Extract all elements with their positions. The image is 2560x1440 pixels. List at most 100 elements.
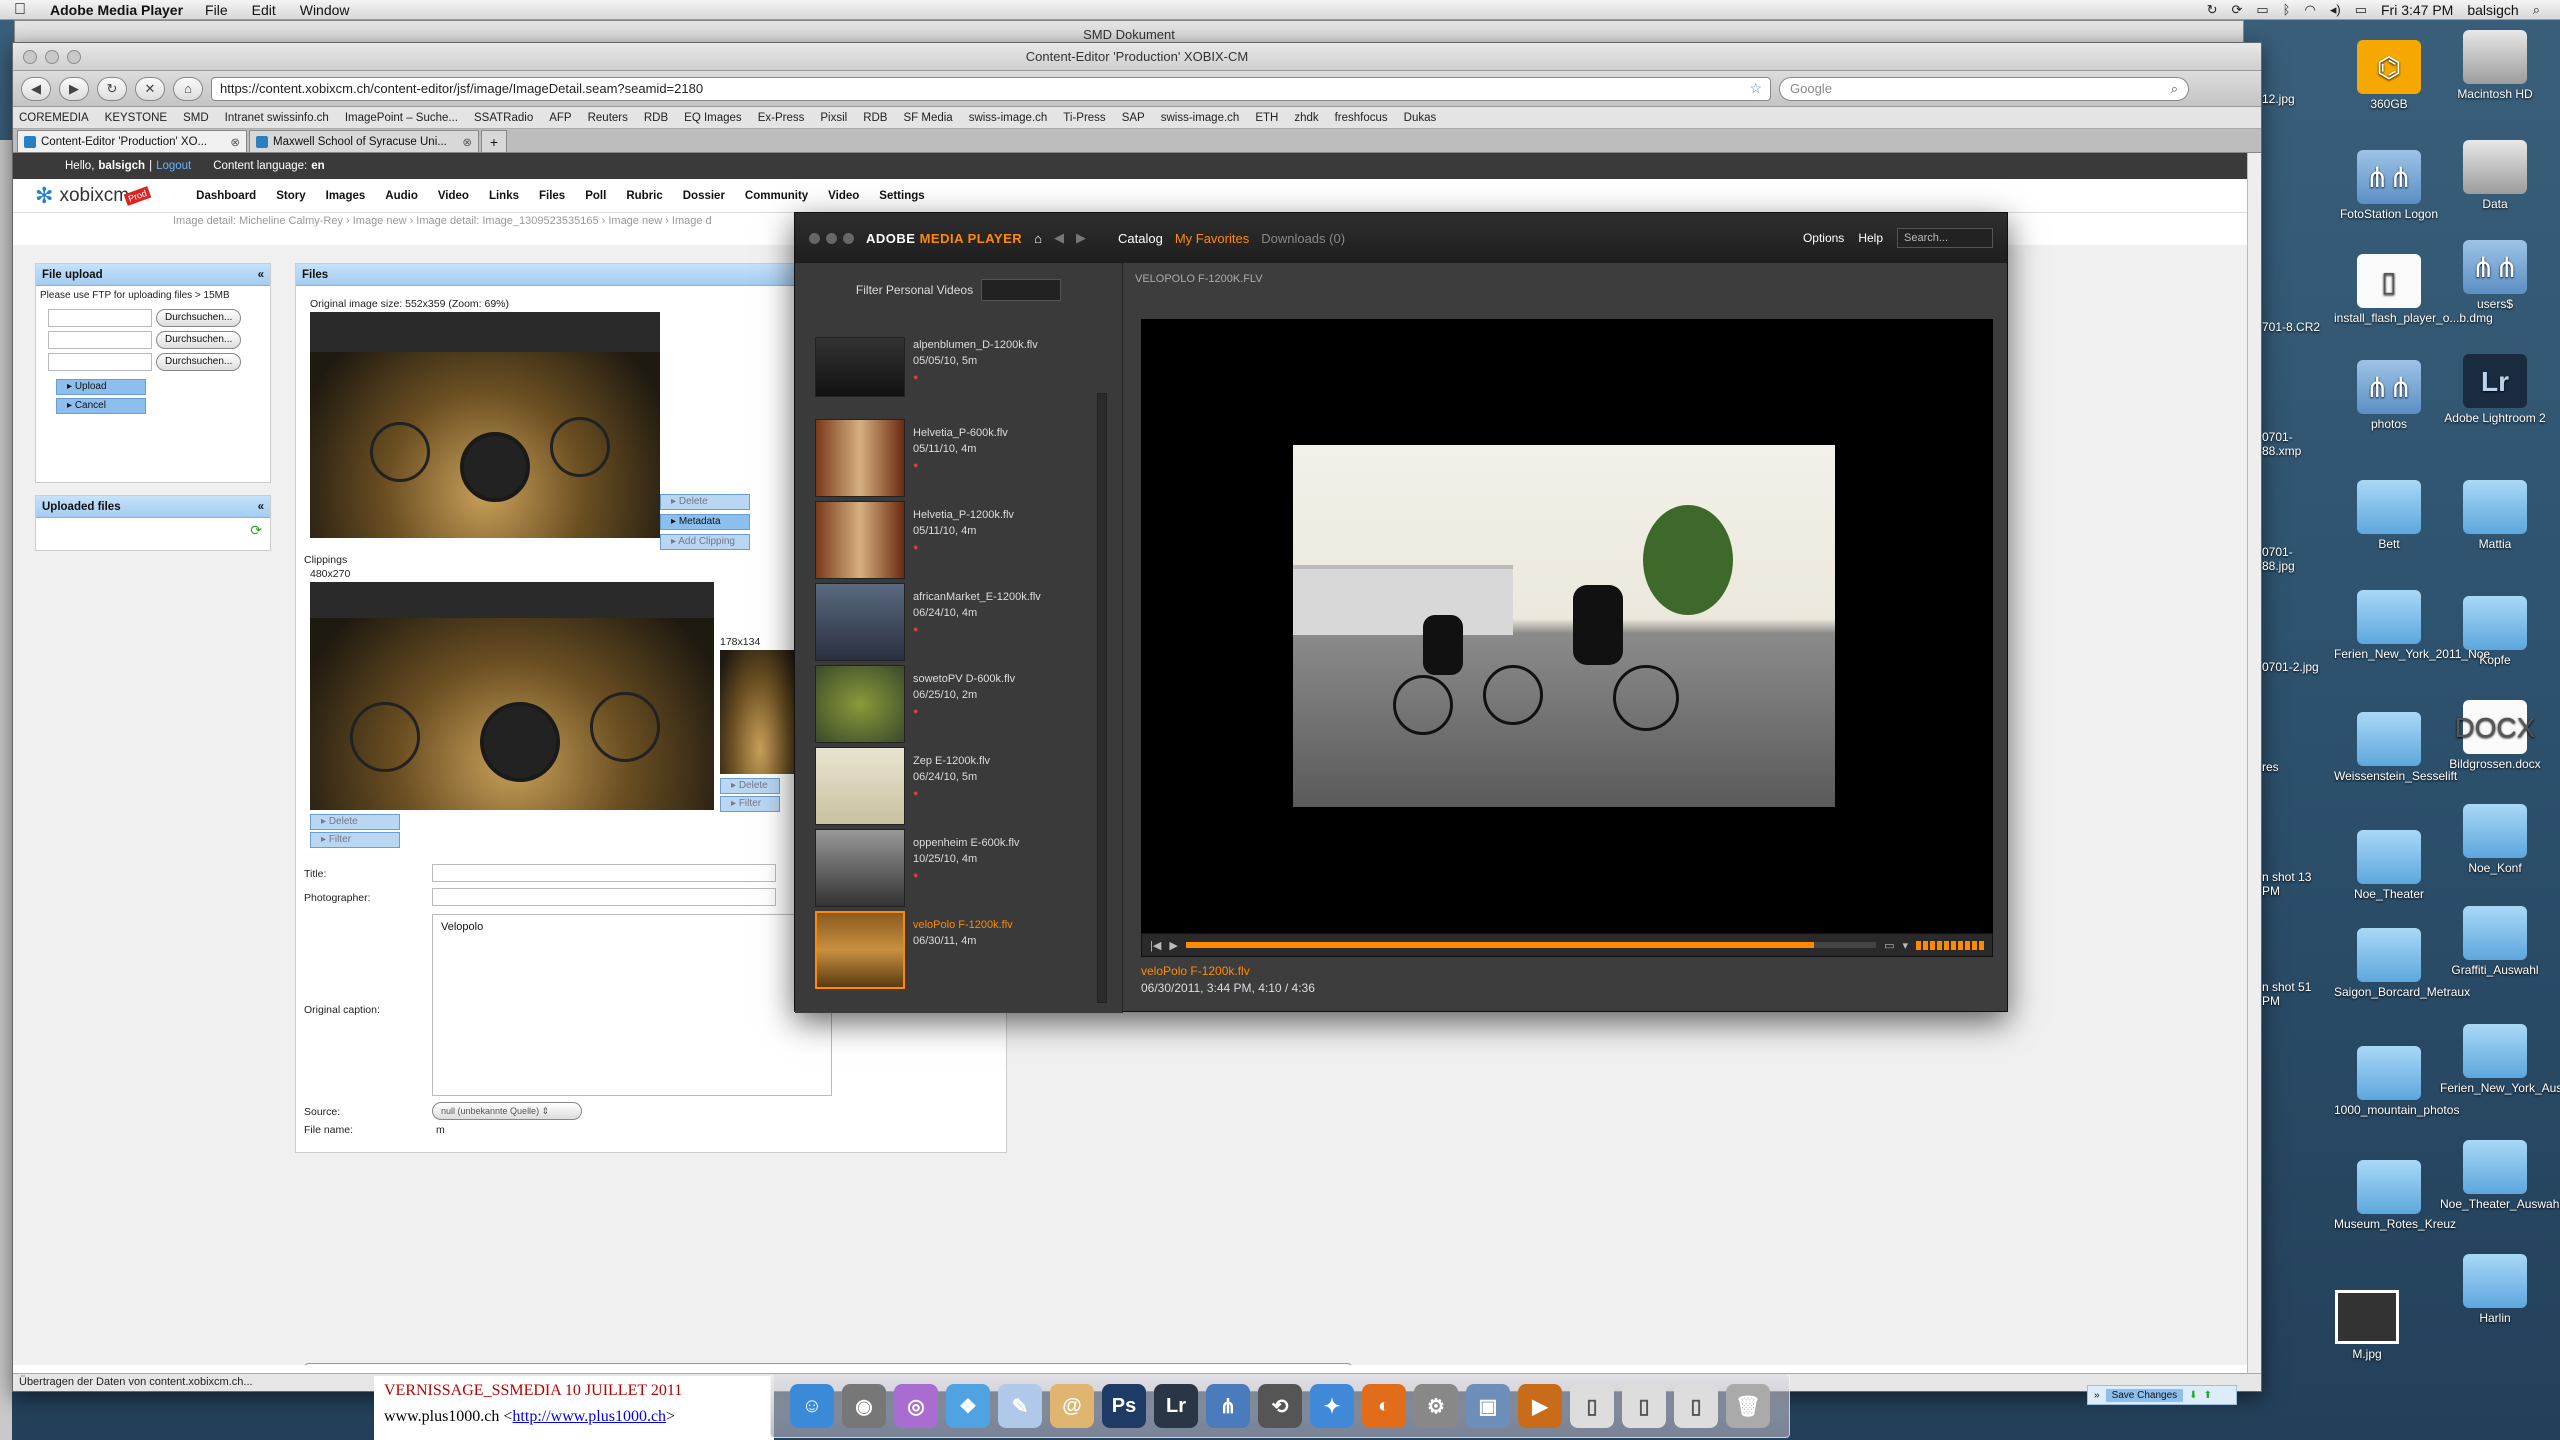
desktop-partial-label[interactable]: n shot 13 PM [2262,870,2322,898]
collapse-icon[interactable]: « [258,501,264,513]
bookmark-item[interactable]: Intranet swissinfo.ch [225,112,329,124]
bookmark-item[interactable]: swiss-image.ch [1161,112,1240,124]
volume-icon[interactable]: ◂) [2330,2,2341,18]
xobix-logo[interactable]: ✻ xobixcm Prod [35,183,152,209]
search-input[interactable]: Google ⌕ [1779,76,2189,101]
media-player-dock-icon[interactable]: ▶ [1518,1384,1562,1428]
menubar-user[interactable]: balsigch [2467,2,2518,18]
menu-edit[interactable]: Edit [240,2,288,18]
bookmark-item[interactable]: ETH [1255,112,1278,124]
display-icon[interactable]: ▭ [2256,2,2268,18]
desktop-folder[interactable]: Saigon_Borcard_Metraux [2334,928,2470,999]
clipping-178-image[interactable] [720,650,800,774]
video-item[interactable]: Zep E-1200k.flv 06/24/10, 5m ● [815,747,1085,829]
bluetooth-icon[interactable]: ᛒ [2283,2,2291,17]
nav-settings[interactable]: Settings [879,190,924,202]
desktop-folder[interactable]: Ferien_New_York_2011_Noe [2334,590,2490,661]
clip-filter-button[interactable]: ▸ Filter [310,832,400,848]
bookmark-item[interactable]: SAP [1122,112,1145,124]
iphoto-icon[interactable]: ▣ [1466,1384,1510,1428]
forward-icon[interactable]: ▶ [59,76,89,101]
browser-titlebar[interactable]: Content-Editor 'Production' XOBIX-CM [13,43,2261,71]
new-tab-button[interactable]: + [481,130,507,152]
home-icon[interactable]: ⌂ [1034,231,1042,246]
bookmark-item[interactable]: SMD [183,112,209,124]
reload-icon[interactable]: ↻ [97,76,127,101]
save-changes-button[interactable]: Save Changes [2105,1388,2184,1402]
photographer-input[interactable] [432,888,776,906]
bookmark-item[interactable]: Ti-Press [1063,112,1105,124]
file-input[interactable] [48,353,152,371]
cancel-button[interactable]: ▸ Cancel [56,398,146,414]
video-item[interactable]: sowetoPV D-600k.flv 06/25/10, 2m ● [815,665,1085,747]
up-icon[interactable]: ⬆ [2204,1390,2212,1401]
original-image[interactable] [310,312,660,538]
forward-arrow-icon[interactable]: ▶ [1076,230,1086,246]
minimize-window-icon[interactable] [45,50,59,64]
photoshop-icon[interactable]: Ps [1102,1384,1146,1428]
desktop-icon-users[interactable]: ⋔⋔ users$ [2440,240,2550,311]
desktop-partial-label[interactable]: n shot 51 PM [2262,980,2322,1008]
nav-rubric[interactable]: Rubric [626,190,662,202]
collapse-icon[interactable]: « [258,269,264,281]
menubar-app-name[interactable]: Adobe Media Player [40,2,193,18]
sync-icon[interactable]: ⟳ [2231,2,2242,18]
desktop-folder[interactable]: Noe_Theater_Auswahl [2440,1140,2560,1211]
close-window-icon[interactable] [23,50,37,64]
metadata-button[interactable]: ▸ Metadata [660,514,750,530]
bookmark-item[interactable]: Ex-Press [758,112,805,124]
nav-dossier[interactable]: Dossier [683,190,725,202]
down-icon[interactable]: ⬇ [2189,1390,2197,1401]
desktop-icon-fotostation[interactable]: ⋔⋔ FotoStation Logon [2334,150,2444,221]
video-item[interactable]: africanMarket_E-1200k.flv 06/24/10, 4m ● [815,583,1085,665]
nav-video-2[interactable]: Video [828,190,859,202]
bookmark-item[interactable]: RDB [644,112,668,124]
back-arrow-icon[interactable]: ◀ [1054,230,1064,246]
wifi-icon[interactable]: ◠ [2304,2,2315,18]
timemachine-icon[interactable]: ↻ [2207,2,2218,18]
lightroom-dock-icon[interactable]: Lr [1154,1384,1198,1428]
bookmark-item[interactable]: SSATRadio [474,112,533,124]
desktop-partial-label[interactable]: 0701-88.jpg [2262,545,2322,573]
file-input[interactable] [48,309,152,327]
document-icon[interactable]: ▯ [1674,1384,1718,1428]
tab-content-editor[interactable]: Content-Editor 'Production' XO... ⊗ [17,130,247,152]
tab-catalog[interactable]: Catalog [1118,231,1163,246]
skip-back-icon[interactable]: |◀ [1150,939,1161,952]
clip2-delete-button[interactable]: ▸ Delete [720,778,780,794]
volume-icon[interactable]: ▾ [1902,939,1908,952]
finder-icon[interactable]: ☺ [790,1384,834,1428]
desktop-folder[interactable]: Mattia [2440,480,2550,551]
nav-files[interactable]: Files [539,190,565,202]
menu-window[interactable]: Window [288,2,362,18]
search-icon[interactable]: ⌕ [2171,81,2178,97]
volume-meter[interactable] [1916,940,1984,950]
bookmark-item[interactable]: ImagePoint – Suche... [345,112,458,124]
browse-button[interactable]: Durchsuchen... [156,331,242,349]
desktop-icon-data[interactable]: Data [2440,140,2550,211]
desktop-folder[interactable]: Museum_Rotes_Kreuz [2334,1160,2456,1231]
desktop-folder[interactable]: Harlin [2440,1254,2550,1325]
desktop-folder[interactable]: Kopfe [2440,596,2550,667]
bookmark-item[interactable]: RDB [863,112,887,124]
zoom-window-icon[interactable] [843,232,854,244]
safari-icon[interactable]: ✦ [1310,1384,1354,1428]
bookmark-item[interactable]: COREMEDIA [19,112,89,124]
desktop-icon-docx[interactable]: DOCX Bildgrossen.docx [2440,700,2550,771]
clip-delete-button[interactable]: ▸ Delete [310,814,400,830]
stop-icon[interactable]: ✕ [135,76,165,101]
desktop-folder[interactable]: Noe_Konf [2440,804,2550,875]
horizontal-scrollbar[interactable] [303,1363,1353,1365]
vertical-scrollbar[interactable] [2247,153,2261,1375]
minimize-window-icon[interactable] [826,232,837,244]
home-icon[interactable]: ⌂ [173,76,203,101]
nav-links[interactable]: Links [489,190,519,202]
trash-icon[interactable]: 🗑 [1726,1384,1770,1428]
bookmark-item[interactable]: freshfocus [1335,112,1388,124]
bookmark-item[interactable]: AFP [549,112,571,124]
bookmark-item[interactable]: Dukas [1404,112,1437,124]
video-item[interactable]: alpenblumen_D-1200k.flv 05/05/10, 5m ● [815,337,1085,399]
menu-file[interactable]: File [193,2,240,18]
clip2-filter-button[interactable]: ▸ Filter [720,796,780,812]
refresh-icon[interactable]: ⟳ [36,518,270,543]
